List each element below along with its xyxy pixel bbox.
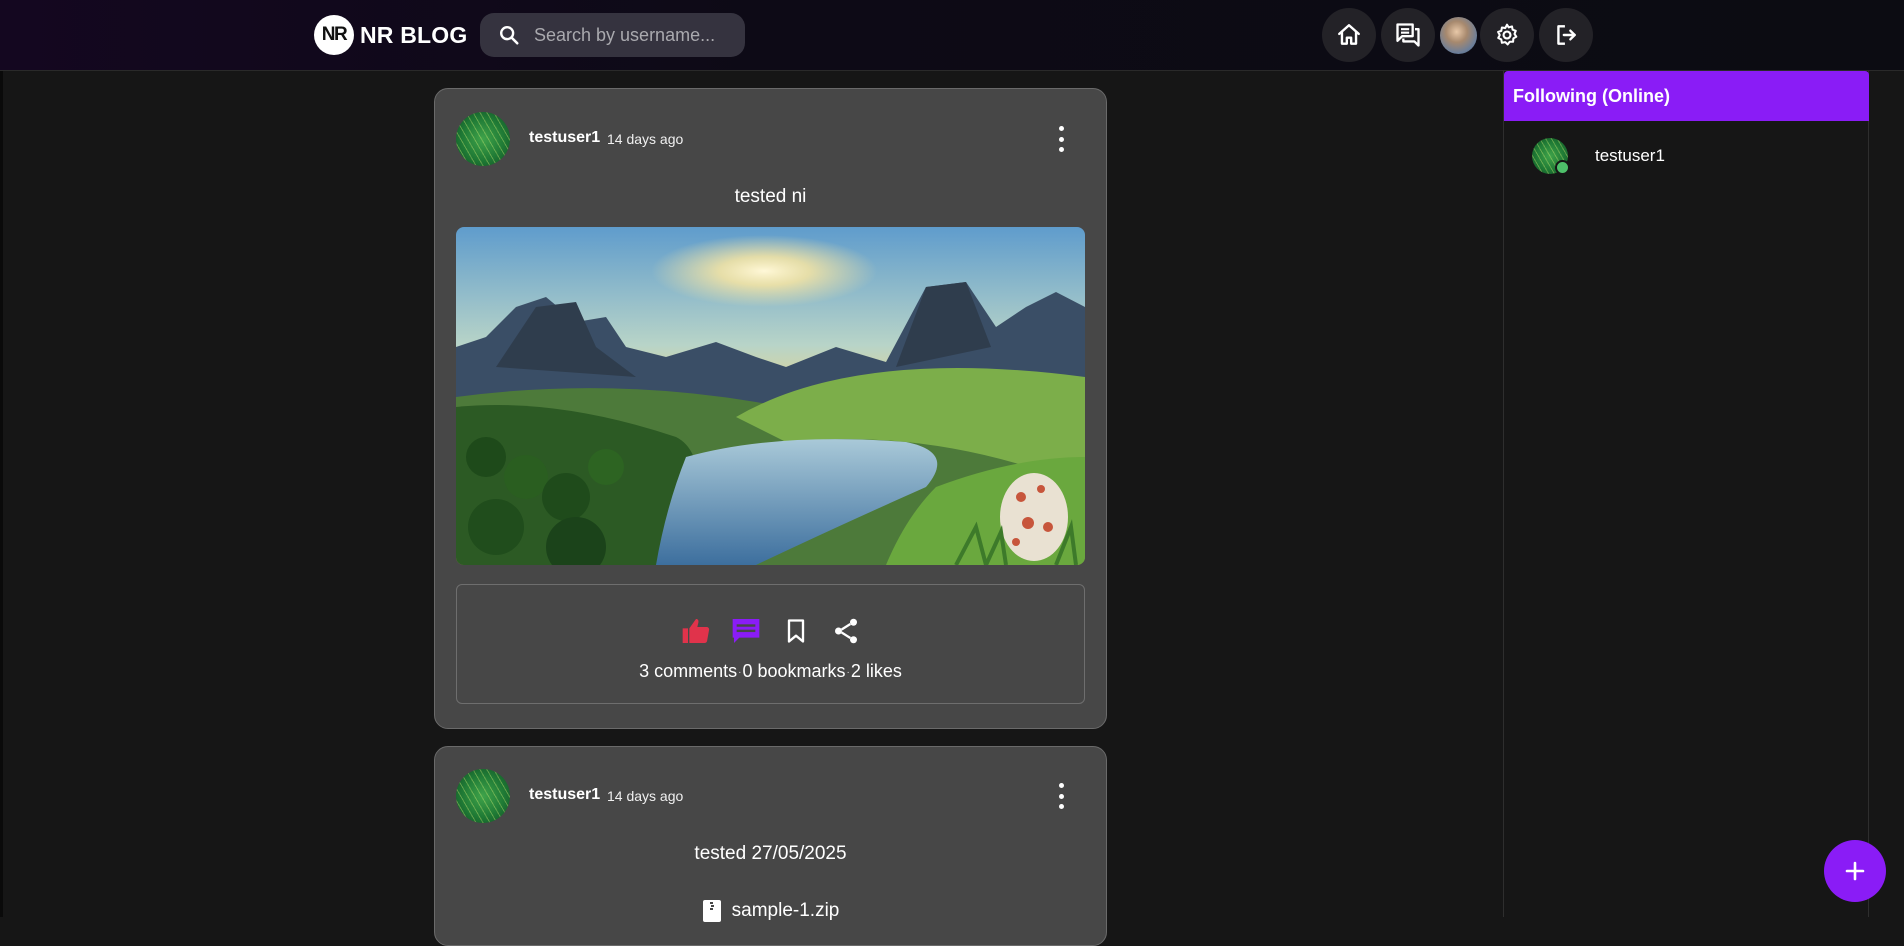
bookmarks-count: 0 bookmarks xyxy=(742,661,846,681)
logo-text: NR BLOG xyxy=(360,21,468,48)
kebab-dot xyxy=(1058,136,1064,142)
post-text: tested ni xyxy=(734,186,807,207)
kebab-dot xyxy=(1058,793,1064,799)
window-edge xyxy=(0,0,3,917)
post-author-name[interactable]: testuser1 xyxy=(529,786,600,804)
attachment-name[interactable]: sample-1.zip xyxy=(732,900,840,922)
zip-file-icon xyxy=(702,900,721,922)
thumbs-up-icon xyxy=(682,619,709,643)
post-card: testuser1 14 days ago tested ni 3 commen… xyxy=(434,88,1107,729)
home-icon xyxy=(1338,24,1360,45)
search-box[interactable] xyxy=(480,13,745,57)
logo-badge: NR xyxy=(314,15,354,55)
kebab-dot xyxy=(1058,804,1064,809)
likes-count[interactable]: 2 likes xyxy=(851,661,902,681)
share-icon xyxy=(834,618,857,644)
site-logo[interactable]: NR NR BLOG xyxy=(314,15,467,55)
attachment-link[interactable]: sample-1.zip xyxy=(435,899,1106,923)
post-author-name[interactable]: testuser1 xyxy=(529,129,600,147)
search-icon xyxy=(500,26,519,45)
post-timestamp: 14 days ago xyxy=(607,788,684,804)
logout-button[interactable] xyxy=(1539,8,1593,62)
kebab-dot xyxy=(1058,126,1064,131)
post-text: tested 27/05/2025 xyxy=(694,843,847,864)
search-input[interactable] xyxy=(532,23,736,47)
comment-icon xyxy=(732,619,759,643)
bookmark-icon xyxy=(787,619,804,643)
plus-icon xyxy=(1845,861,1865,881)
following-sidebar: Following (Online) testuser1 xyxy=(1503,71,1869,917)
kebab-dot xyxy=(1058,783,1064,788)
share-button[interactable] xyxy=(828,613,864,649)
chat-icon xyxy=(1396,23,1420,47)
post-menu-button[interactable] xyxy=(1056,783,1066,809)
top-navbar: NR NR BLOG xyxy=(0,0,1904,71)
bookmark-button[interactable] xyxy=(778,613,814,649)
post-card: testuser1 14 days ago tested 27/05/2025 … xyxy=(434,746,1107,946)
post-actions-panel: 3 comments·0 bookmarks·2 likes xyxy=(456,584,1085,704)
post-author-avatar[interactable] xyxy=(456,769,510,823)
user-avatar[interactable] xyxy=(1440,17,1477,54)
settings-button[interactable] xyxy=(1480,8,1534,62)
like-button[interactable] xyxy=(678,613,714,649)
following-user-item[interactable]: testuser1 xyxy=(1532,138,1665,175)
following-user-avatar xyxy=(1532,138,1570,175)
post-menu-button[interactable] xyxy=(1056,126,1066,152)
post-stats: 3 comments·0 bookmarks·2 likes xyxy=(457,661,1084,682)
comment-button[interactable] xyxy=(728,613,764,649)
home-button[interactable] xyxy=(1322,8,1376,62)
post-timestamp: 14 days ago xyxy=(607,131,684,147)
messages-button[interactable] xyxy=(1381,8,1435,62)
online-status-dot xyxy=(1555,160,1570,175)
logout-icon xyxy=(1557,25,1576,45)
following-user-name: testuser1 xyxy=(1595,146,1665,165)
post-author-avatar[interactable] xyxy=(456,112,510,166)
kebab-dot xyxy=(1058,147,1064,152)
gear-icon xyxy=(1497,23,1518,46)
landscape-image xyxy=(456,227,1085,565)
post-image[interactable] xyxy=(456,227,1085,565)
sidebar-title: Following (Online) xyxy=(1504,71,1869,121)
create-post-button[interactable] xyxy=(1824,840,1886,902)
comments-count[interactable]: 3 comments xyxy=(639,661,737,681)
